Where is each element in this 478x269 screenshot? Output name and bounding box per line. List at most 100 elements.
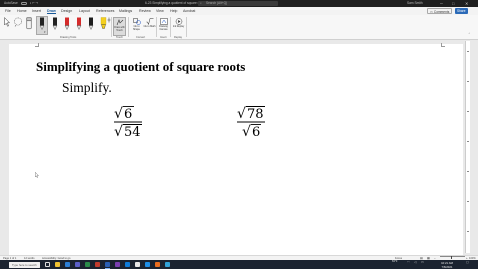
touch-draw-icon: [116, 19, 123, 26]
title-bar: AutoSave ▪ ↶ ↷ 6-23 Simplifying a quotie…: [0, 0, 478, 7]
tab-review[interactable]: Review: [139, 7, 151, 15]
autosave-toggle[interactable]: [21, 2, 27, 5]
pen-options-chevron-icon[interactable]: ▾: [44, 30, 46, 34]
minimize-button[interactable]: ─: [440, 0, 443, 7]
tab-acrobat[interactable]: Acrobat: [183, 7, 195, 15]
edge-browser-icon[interactable]: [65, 262, 70, 267]
ink-replay-button[interactable]: Ink Replay: [172, 17, 185, 36]
ruler-tick: [467, 81, 469, 82]
document-heading: Simplifying a quotient of square roots: [36, 59, 246, 74]
draw-with-touch-button[interactable]: Draw with Touch: [113, 17, 126, 36]
drawing-canvas-label: Drawing Canvas: [159, 25, 168, 31]
teams-icon[interactable]: [75, 262, 80, 267]
group-label-insert: Insert: [160, 36, 167, 39]
outlook-icon[interactable]: [125, 262, 130, 267]
lasso-select-icon[interactable]: [13, 17, 23, 27]
zoom-app-icon[interactable]: [145, 262, 150, 267]
ink-to-math-icon: [146, 18, 153, 25]
tab-help[interactable]: Help: [170, 7, 177, 15]
tab-references[interactable]: References: [96, 7, 114, 15]
photos-icon[interactable]: [165, 262, 170, 267]
ink-to-math-button[interactable]: Ink to Math: [143, 17, 156, 36]
title-search-placeholder: Search (Alt+Q): [206, 1, 228, 5]
pen-black-2-icon[interactable]: [52, 17, 58, 31]
zoom-slider[interactable]: [440, 256, 465, 257]
ruler-tick: [467, 111, 469, 112]
pen-black-icon[interactable]: [39, 17, 45, 31]
ink-replay-icon: [175, 18, 182, 25]
pen-black-body: [40, 17, 44, 26]
user-name[interactable]: Sam Smith: [407, 0, 423, 7]
weather-status[interactable]: 84°F: [392, 260, 398, 265]
tab-mailings[interactable]: Mailings: [119, 7, 132, 15]
document-instruction: Simplify.: [62, 80, 112, 95]
onenote-icon[interactable]: [115, 262, 120, 267]
autosave-label: AutoSave: [4, 1, 18, 5]
numerator-radicand: 6: [124, 107, 132, 122]
ink-to-math-label: Ink to Math: [143, 25, 156, 28]
task-view-icon[interactable]: [45, 262, 50, 267]
group-label-convert: Convert: [136, 36, 146, 39]
ink-to-shape-button[interactable]: Ink to Shape: [130, 17, 143, 36]
close-button[interactable]: ✕: [465, 0, 468, 7]
select-objects-icon[interactable]: [4, 17, 10, 27]
tab-view[interactable]: View: [156, 7, 164, 15]
pen-red-2-icon[interactable]: [76, 17, 82, 31]
word-icon[interactable]: [105, 262, 110, 269]
ink-replay-label: Ink Replay: [172, 25, 185, 28]
comments-label: Comments: [433, 10, 450, 14]
file-explorer-icon[interactable]: [55, 262, 60, 267]
group-label-drawing-tools: Drawing Tools: [60, 36, 77, 39]
clock-date: 7/6/2021: [441, 264, 453, 269]
title-search-box[interactable]: ⌕ Search (Alt+Q): [198, 1, 278, 6]
chrome-icon[interactable]: [135, 262, 140, 267]
drawing-canvas-icon: [159, 18, 168, 25]
tab-design[interactable]: Design: [61, 7, 72, 15]
battery-icon[interactable]: ▭: [421, 260, 424, 265]
maximize-button[interactable]: □: [452, 0, 454, 7]
collapse-ribbon-icon[interactable]: ⌃: [468, 32, 471, 36]
margin-mark: [35, 43, 39, 47]
powerpoint-icon[interactable]: [95, 262, 100, 267]
tab-layout[interactable]: Layout: [79, 7, 90, 15]
ruler-tick: [467, 171, 469, 172]
snipping-tool-icon[interactable]: [155, 262, 160, 267]
volume-icon[interactable]: ◁: [414, 260, 416, 265]
save-icon[interactable]: ▪: [30, 1, 31, 5]
undo-icon[interactable]: ↶: [32, 1, 35, 5]
group-label-replay: Replay: [174, 36, 183, 39]
zoom-slider-thumb[interactable]: [451, 256, 453, 259]
tab-file[interactable]: File: [5, 7, 11, 15]
redo-icon[interactable]: ↷: [36, 1, 39, 5]
search-icon: ⌕: [200, 1, 202, 5]
vertical-ruler: [465, 41, 470, 253]
windows-taskbar: Type here to search 84°F ◠ ◁ ▭ 10:21 AM …: [0, 260, 478, 269]
group-label-touch: Touch: [116, 36, 123, 39]
comments-button[interactable]: ▭ Comments: [427, 8, 453, 14]
numerator-radicand: 78: [247, 107, 264, 122]
draw-with-touch-label: Draw with Touch: [114, 26, 125, 32]
ribbon-tab-bar: File Home Insert Draw Design Layout Refe…: [0, 7, 478, 15]
margin-mark: [441, 43, 445, 47]
system-clock[interactable]: 10:21 AM 7/6/2021: [437, 261, 457, 269]
ruler-tick: [467, 201, 469, 202]
share-button[interactable]: Share: [455, 8, 468, 14]
ribbon-separator: [111, 17, 112, 37]
notification-icon[interactable]: ▢: [466, 260, 469, 265]
document-page[interactable]: [9, 44, 463, 256]
tab-draw[interactable]: Draw: [47, 7, 56, 15]
pencil-black-icon[interactable]: [88, 17, 94, 31]
radical-sign: √: [114, 106, 123, 122]
ink-to-shape-label: Ink to Shape: [133, 25, 140, 31]
taskbar-search-box[interactable]: Type here to search: [9, 261, 40, 268]
drawing-canvas-button[interactable]: Drawing Canvas: [157, 17, 170, 36]
pen-red-icon[interactable]: [64, 17, 70, 31]
excel-icon[interactable]: [85, 262, 90, 267]
windows-start-icon[interactable]: [2, 262, 7, 267]
quick-access-toolbar[interactable]: ▪ ↶ ↷: [30, 0, 38, 7]
eraser-icon[interactable]: [26, 17, 32, 31]
network-icon[interactable]: ◠: [407, 260, 410, 265]
tab-home[interactable]: Home: [17, 7, 27, 15]
tab-insert[interactable]: Insert: [32, 7, 41, 15]
highlighter-yellow-icon[interactable]: [100, 17, 107, 31]
